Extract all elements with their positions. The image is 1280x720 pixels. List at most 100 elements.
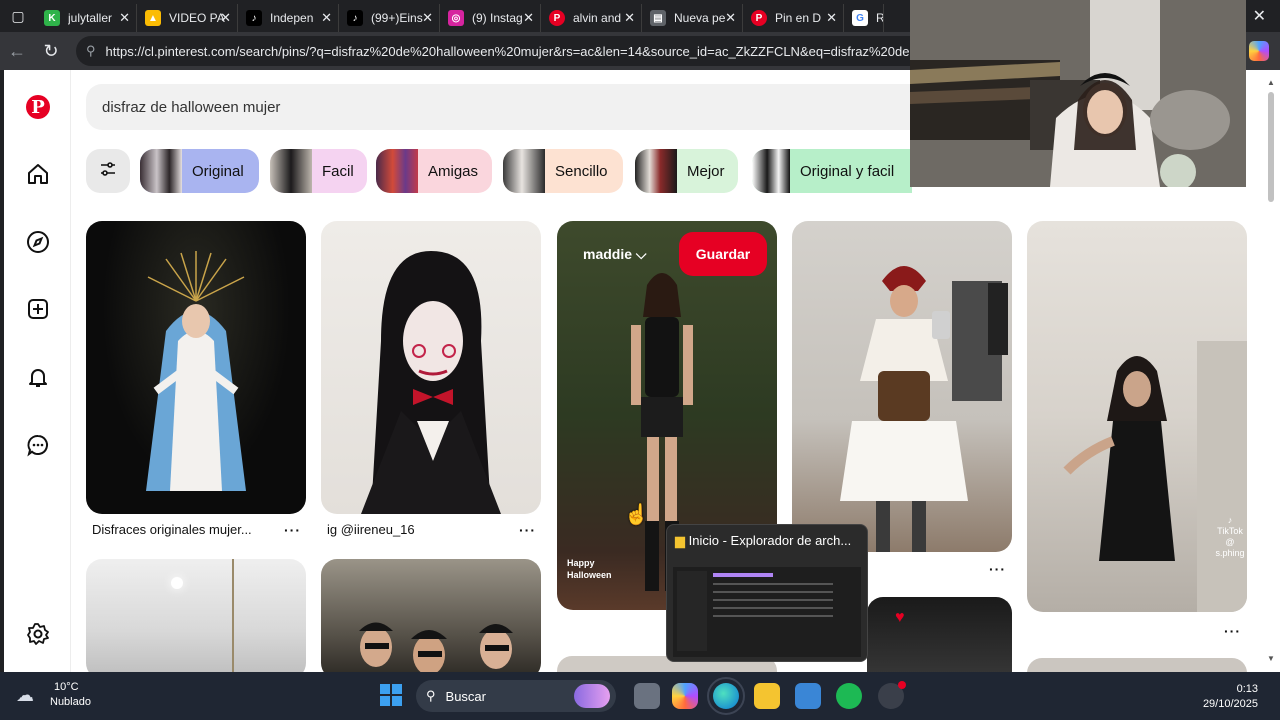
close-tab-icon[interactable]: ✕ — [220, 10, 231, 26]
start-icon[interactable] — [380, 684, 402, 706]
close-tab-icon[interactable]: ✕ — [523, 10, 534, 26]
back-icon[interactable]: ← — [0, 41, 34, 62]
pin-card[interactable]: ♪ TikTok @ s.phing — [1027, 221, 1247, 612]
mouse-cursor: ☝ — [624, 504, 649, 526]
search-icon: ⚲ — [426, 688, 436, 703]
notifications-icon[interactable] — [24, 363, 52, 391]
close-tab-icon[interactable]: ✕ — [321, 10, 332, 26]
chip-original-y-facil[interactable]: Original y facil — [752, 149, 912, 193]
edge-icon[interactable] — [707, 677, 745, 715]
search-highlight-icon — [574, 684, 610, 708]
browser-tab[interactable]: P Pin en D ✕ — [743, 4, 844, 32]
scroll-down-icon[interactable]: ▼ — [1267, 654, 1275, 663]
system-clock[interactable]: 0:13 29/10/2025 — [1203, 682, 1258, 712]
weather-widget[interactable]: ☁ 10°C Nublado — [16, 680, 91, 710]
chip-label: Sencillo — [555, 162, 608, 180]
close-tab-icon[interactable]: ✕ — [725, 10, 736, 26]
create-icon[interactable] — [24, 295, 52, 323]
chip-thumbnail — [752, 149, 790, 193]
pin-image — [171, 577, 183, 589]
close-window-icon[interactable]: ✕ — [1253, 6, 1266, 26]
pinterest-logo[interactable]: P — [24, 93, 52, 121]
taskbar-window-preview[interactable]: ▆ Inicio - Explorador de arch... — [666, 524, 868, 662]
reload-icon[interactable]: ↻ — [34, 41, 68, 62]
browser-tab[interactable]: ♪ Indepen ✕ — [238, 4, 339, 32]
chip-facil[interactable]: Facil — [270, 149, 367, 193]
browser-tab[interactable]: ◎ (9) Instag ✕ — [440, 4, 541, 32]
scrollbar[interactable]: ▲ ▼ — [1262, 70, 1280, 672]
messages-icon[interactable] — [24, 431, 52, 459]
temperature: 10°C — [54, 681, 79, 693]
pin-image — [361, 251, 501, 514]
save-button[interactable]: Guardar — [679, 232, 767, 276]
pinterest-icon: P — [751, 10, 767, 26]
copilot-app-icon[interactable] — [672, 683, 698, 709]
chip-label: Original — [192, 162, 244, 180]
close-tab-icon[interactable]: ✕ — [624, 10, 635, 26]
board-selector[interactable]: maddie ⌵ — [583, 246, 647, 263]
browser-tab[interactable]: Kjulytaller ✕ — [36, 4, 137, 32]
browser-tab[interactable]: ♪ (99+)Eins ✕ — [339, 4, 440, 32]
cloud-icon: ☁ — [16, 684, 34, 705]
pin-more-icon[interactable]: ··· — [989, 561, 1006, 577]
scroll-up-icon[interactable]: ▲ — [1267, 78, 1275, 87]
file-explorer-icon[interactable] — [754, 683, 780, 709]
webcam-image — [910, 0, 1246, 187]
folder-icon: ▆ — [675, 533, 685, 548]
pin-card[interactable] — [86, 559, 306, 672]
browser-tab[interactable]: Palvin and ✕ — [541, 4, 642, 32]
task-view-icon[interactable] — [634, 683, 660, 709]
home-icon[interactable] — [24, 160, 52, 188]
tiktok-icon: ♪ — [347, 10, 363, 26]
chip-amigas[interactable]: Amigas — [376, 149, 492, 193]
chip-original[interactable]: Original — [140, 149, 259, 193]
preview-title: ▆ Inicio - Explorador de arch... — [675, 533, 852, 548]
copilot-icon[interactable] — [1249, 41, 1269, 61]
store-icon[interactable] — [795, 683, 821, 709]
tab-actions-icon[interactable]: ▢ — [0, 8, 36, 25]
google-icon: G — [852, 10, 868, 26]
pin-card[interactable] — [321, 559, 541, 672]
pin-more-icon[interactable]: ··· — [519, 522, 536, 538]
pin-image — [840, 266, 1008, 552]
site-info-icon[interactable]: ⚲ — [86, 43, 96, 59]
search-input[interactable]: disfraz de halloween mujer — [86, 84, 926, 130]
pin-card[interactable] — [321, 221, 541, 514]
scroll-thumb[interactable] — [1268, 92, 1274, 202]
search-label: Buscar — [445, 688, 486, 704]
heart-icon: ♥ — [895, 609, 905, 626]
chevron-down-icon: ⌵ — [635, 246, 647, 262]
browser-tab[interactable]: ▤ Nueva pe ✕ — [642, 4, 743, 32]
chip-thumbnail — [503, 149, 545, 193]
tiktok-watermark: ♪ TikTok @ s.phing — [1215, 515, 1245, 558]
pin-card[interactable] — [1027, 658, 1247, 672]
pin-card[interactable] — [86, 221, 306, 514]
close-tab-icon[interactable]: ✕ — [826, 10, 837, 26]
instagram-icon: ◎ — [448, 10, 464, 26]
explore-icon[interactable] — [24, 228, 52, 256]
taskbar-search[interactable]: ⚲ Buscar — [416, 680, 616, 712]
close-tab-icon[interactable]: ✕ — [422, 10, 433, 26]
pin-caption[interactable]: ig @iireneu_16 — [327, 522, 415, 537]
board-name: maddie — [583, 246, 633, 262]
chip-sencillo[interactable]: Sencillo — [503, 149, 623, 193]
filter-icon — [99, 160, 117, 183]
pin-caption[interactable]: Disfraces originales mujer... — [92, 522, 252, 537]
chip-thumbnail — [376, 149, 418, 193]
filter-button[interactable] — [86, 149, 130, 193]
pin-more-icon[interactable]: ··· — [1224, 623, 1241, 639]
clock-time: 0:13 — [1236, 683, 1258, 695]
pin-more-icon[interactable]: ··· — [284, 522, 301, 538]
pin-card[interactable]: ♥ — [867, 597, 1012, 672]
chip-mejor[interactable]: Mejor — [635, 149, 738, 193]
settings-icon[interactable] — [24, 620, 52, 648]
chip-thumbnail — [270, 149, 312, 193]
browser-tab[interactable]: G Re — [844, 4, 884, 32]
preview-thumbnail — [673, 559, 861, 657]
chip-label: Mejor — [687, 162, 725, 180]
browser-tab[interactable]: ▲ VIDEO PA ✕ — [137, 4, 238, 32]
steam-icon[interactable] — [878, 681, 906, 709]
spotify-icon[interactable] — [836, 683, 862, 709]
pin-card[interactable] — [792, 221, 1012, 552]
close-tab-icon[interactable]: ✕ — [119, 10, 130, 26]
